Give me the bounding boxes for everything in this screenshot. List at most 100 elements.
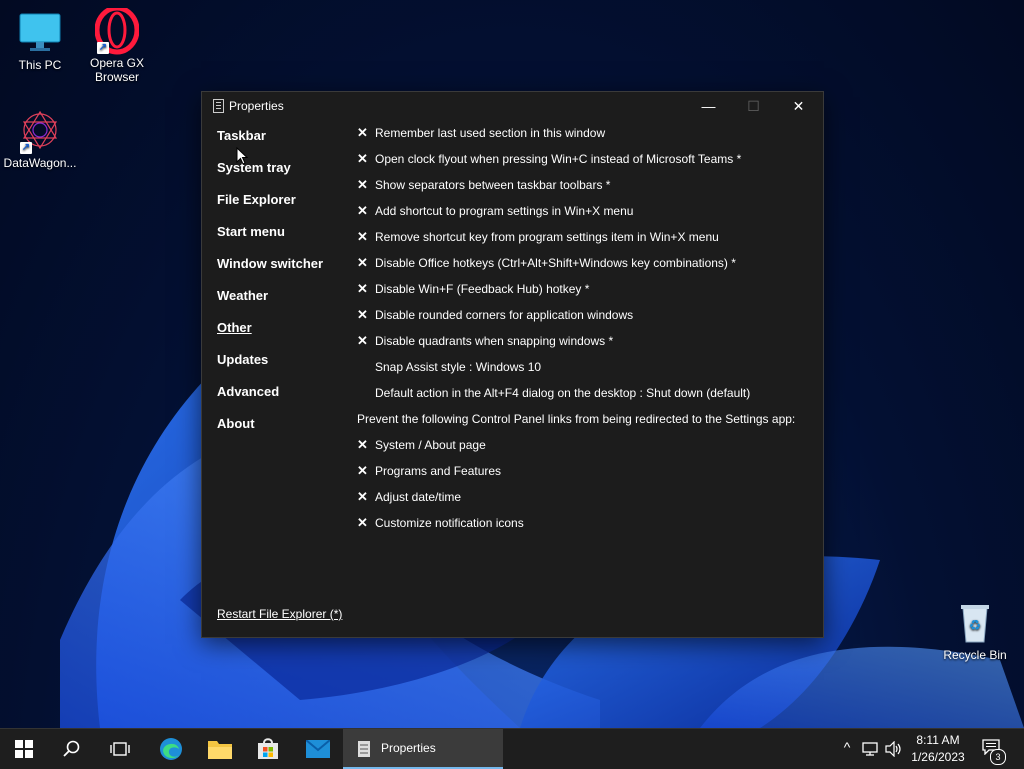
checked-x-icon: ✕ — [357, 307, 368, 322]
redirect-heading: Prevent the following Control Panel link… — [357, 412, 796, 426]
checked-x-icon: ✕ — [357, 281, 368, 296]
checked-x-icon: ✕ — [357, 125, 368, 140]
nav-item-weather[interactable]: Weather — [217, 288, 323, 320]
option-label: Remember last used section in this windo… — [375, 126, 606, 140]
maximize-button[interactable]: ☐ — [731, 92, 776, 120]
properties-window: Properties — ☐ ✕ Taskbar System tray Fil… — [201, 91, 824, 638]
mouse-cursor-icon — [236, 147, 248, 165]
task-view-icon — [110, 742, 130, 756]
mail-icon — [306, 740, 330, 758]
file-explorer-button[interactable] — [196, 729, 244, 769]
close-button[interactable]: ✕ — [776, 92, 821, 120]
mail-button[interactable] — [294, 729, 342, 769]
nav-item-taskbar[interactable]: Taskbar — [217, 128, 323, 160]
option-row[interactable]: ✕ Open clock flyout when pressing Win+C i… — [357, 151, 817, 177]
desktop-icon-datawagon[interactable]: ↗ DataWagon... — [0, 108, 80, 170]
option-label: Open clock flyout when pressing Win+C in… — [375, 152, 742, 166]
show-hidden-icons-button[interactable]: ^ — [838, 739, 856, 755]
nav-item-file-explorer[interactable]: File Explorer — [217, 192, 323, 224]
nav-item-advanced[interactable]: Advanced — [217, 384, 323, 416]
option-label: Programs and Features — [375, 464, 502, 478]
option-row[interactable]: ✕ Disable Win+F (Feedback Hub) hotkey * — [357, 281, 817, 307]
search-button[interactable] — [48, 729, 96, 769]
option-row[interactable]: ✕ Disable rounded corners for application… — [357, 307, 817, 333]
option-row[interactable]: ✕ Remember last used section in this wind… — [357, 125, 817, 151]
desktop-icon-opera-gx[interactable]: ↗ Opera GX Browser — [77, 5, 157, 84]
desktop-icon-label: This PC — [18, 58, 62, 72]
option-label: Show separators between taskbar toolbars… — [375, 178, 611, 192]
nav-item-system-tray[interactable]: System tray — [217, 160, 323, 192]
taskbar: Properties ^ 8:11 AM 1/26/2023 3 — [0, 728, 1024, 769]
nav-item-about[interactable]: About — [217, 416, 323, 448]
start-button[interactable] — [0, 729, 48, 769]
recycle-bin-icon: ♻ — [953, 600, 997, 644]
option-label: System / About page — [375, 438, 486, 452]
checked-x-icon: ✕ — [357, 151, 368, 166]
desktop-icon-label: Recycle Bin — [943, 648, 1007, 662]
minimize-button[interactable]: — — [686, 92, 731, 120]
windows-logo-icon — [15, 740, 33, 758]
nav-item-other[interactable]: Other — [217, 320, 323, 352]
checked-x-icon: ✕ — [357, 203, 368, 218]
shortcut-arrow-icon: ↗ — [97, 42, 109, 54]
datawagon-icon: ↗ — [18, 108, 62, 154]
nav-item-window-switcher[interactable]: Window switcher — [217, 256, 323, 288]
option-label: Adjust date/time — [375, 490, 462, 504]
checked-x-icon: ✕ — [357, 333, 368, 348]
clock-date[interactable]: 1/26/2023 — [906, 750, 970, 764]
volume-icon[interactable] — [885, 741, 903, 757]
notification-count-badge: 3 — [990, 749, 1006, 765]
checked-x-icon: ✕ — [357, 515, 368, 530]
options-panel: ✕ Remember last used section in this wind… — [357, 125, 817, 541]
option-label: Snap Assist style : Windows 10 — [375, 360, 542, 374]
option-label: Default action in the Alt+F4 dialog on t… — [375, 386, 751, 400]
option-row[interactable]: ✕ Adjust date/time — [357, 489, 817, 515]
edge-icon — [160, 738, 182, 760]
checked-x-icon: ✕ — [357, 177, 368, 192]
window-title: Properties — [229, 99, 284, 113]
search-icon — [63, 740, 80, 757]
action-center-button[interactable]: 3 — [982, 739, 1006, 765]
edge-button[interactable] — [147, 729, 195, 769]
checked-x-icon: ✕ — [357, 255, 368, 270]
shortcut-arrow-icon: ↗ — [20, 142, 32, 154]
network-icon[interactable] — [862, 741, 880, 757]
option-row[interactable]: ✕ System / About page — [357, 437, 817, 463]
option-row[interactable]: ✕ Programs and Features — [357, 463, 817, 489]
desktop-icon-label: Browser — [94, 70, 139, 84]
task-view-button[interactable] — [96, 729, 144, 769]
option-label: Disable Win+F (Feedback Hub) hotkey * — [375, 282, 590, 296]
file-explorer-icon — [208, 741, 232, 759]
checked-x-icon: ✕ — [357, 489, 368, 504]
option-row-snap-assist[interactable]: Snap Assist style : Windows 10 — [357, 359, 817, 385]
taskbar-item-label: Properties — [381, 741, 436, 755]
option-row[interactable]: ✕ Customize notification icons — [357, 515, 817, 541]
option-row[interactable]: ✕ Add shortcut to program settings in Win… — [357, 203, 817, 229]
desktop-icon-label: Opera GX — [89, 56, 145, 70]
store-button[interactable] — [244, 729, 292, 769]
option-row[interactable]: ✕ Remove shortcut key from program settin… — [357, 229, 817, 255]
clock-time[interactable]: 8:11 AM — [906, 733, 970, 747]
option-label: Customize notification icons — [375, 516, 524, 530]
desktop-icon-this-pc[interactable]: This PC — [0, 10, 80, 72]
option-row[interactable]: ✕ Show separators between taskbar toolbar… — [357, 177, 817, 203]
section-nav: Taskbar System tray File Explorer Start … — [217, 128, 323, 448]
option-label: Disable Office hotkeys (Ctrl+Alt+Shift+W… — [375, 256, 736, 270]
desktop-icon-recycle-bin[interactable]: ♻ Recycle Bin — [935, 600, 1015, 662]
option-label: Add shortcut to program settings in Win+… — [375, 204, 634, 218]
window-titlebar[interactable]: Properties — ☐ ✕ — [202, 92, 823, 120]
properties-app-icon — [213, 99, 224, 113]
restart-file-explorer-link[interactable]: Restart File Explorer (*) — [217, 607, 342, 621]
checked-x-icon: ✕ — [357, 437, 368, 452]
checked-x-icon: ✕ — [357, 463, 368, 478]
properties-app-icon — [358, 741, 370, 757]
desktop-icon-label: DataWagon... — [3, 156, 77, 170]
taskbar-item-properties[interactable]: Properties — [343, 729, 503, 769]
nav-item-updates[interactable]: Updates — [217, 352, 323, 384]
nav-item-start-menu[interactable]: Start menu — [217, 224, 323, 256]
monitor-icon — [18, 10, 62, 54]
option-row[interactable]: ✕ Disable Office hotkeys (Ctrl+Alt+Shift+… — [357, 255, 817, 281]
option-row-alt-f4[interactable]: Default action in the Alt+F4 dialog on t… — [357, 385, 817, 411]
option-label: Remove shortcut key from program setting… — [375, 230, 719, 244]
option-row[interactable]: ✕ Disable quadrants when snapping windows… — [357, 333, 817, 359]
